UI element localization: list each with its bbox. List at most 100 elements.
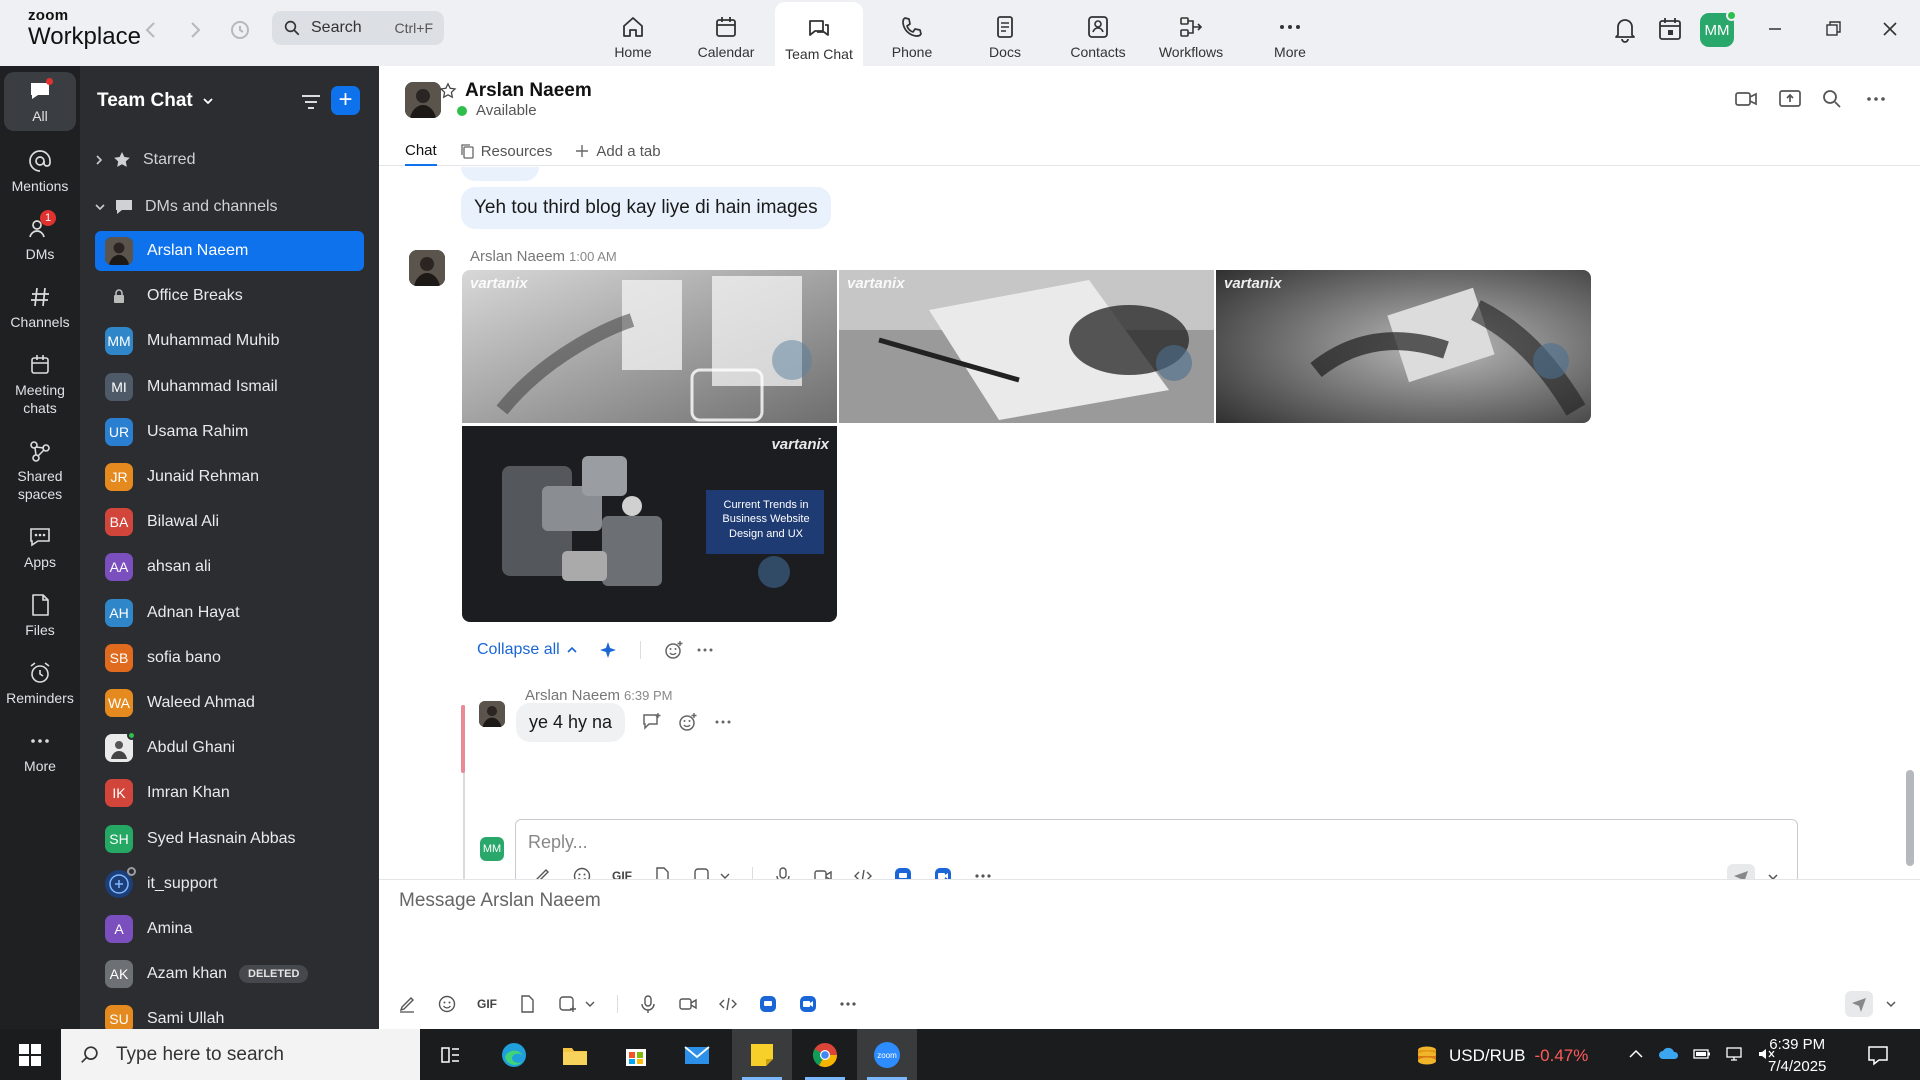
tab-workflows[interactable]: Workflows xyxy=(1147,0,1235,66)
scrollbar[interactable] xyxy=(1906,172,1914,872)
image-attachment[interactable]: vartanix xyxy=(839,270,1214,423)
bell-icon[interactable] xyxy=(1610,14,1640,44)
filter-icon[interactable] xyxy=(297,88,325,116)
contact-item[interactable]: SU Sami Ullah xyxy=(95,999,364,1029)
app-blue-icon[interactable] xyxy=(758,994,778,1014)
contact-item[interactable]: UR Usama Rahim xyxy=(95,412,364,452)
more-options-icon[interactable] xyxy=(1863,86,1889,112)
reply-sender-avatar[interactable] xyxy=(479,701,505,727)
message-bubble[interactable]: Yeh tou third blog kay liye di hain imag… xyxy=(461,187,831,229)
reply-box[interactable]: Reply... GIF xyxy=(515,819,1798,879)
contact-item[interactable]: IK Imran Khan xyxy=(95,773,364,813)
windows-start-icon[interactable] xyxy=(18,1043,42,1067)
more-icon[interactable] xyxy=(973,866,993,879)
tab-docs[interactable]: Docs xyxy=(961,0,1049,66)
notifications-icon[interactable] xyxy=(1866,1043,1890,1067)
rail-all[interactable]: All xyxy=(4,72,76,132)
video-icon[interactable] xyxy=(1733,86,1759,112)
tab-home[interactable]: Home xyxy=(589,0,677,66)
chevron-down-icon[interactable] xyxy=(1767,871,1779,879)
image-attachment[interactable]: vartanix Current Trends in Business Webs… xyxy=(462,426,837,622)
rail-files[interactable]: Files xyxy=(4,592,76,639)
mail-icon[interactable] xyxy=(667,1029,727,1080)
image-attachment[interactable]: vartanix xyxy=(1216,270,1591,423)
contact-item[interactable]: AK Azam khan DELETED xyxy=(95,954,364,994)
history-icon[interactable] xyxy=(228,18,252,42)
format-icon[interactable] xyxy=(397,994,417,1014)
format-icon[interactable] xyxy=(532,866,552,879)
rail-mentions[interactable]: Mentions xyxy=(4,148,76,195)
code-icon[interactable] xyxy=(853,866,873,879)
edge-icon[interactable] xyxy=(484,1029,544,1080)
send-icon[interactable] xyxy=(1727,864,1755,879)
global-search[interactable]: Search Ctrl+F xyxy=(272,11,444,45)
emoji-react-icon[interactable] xyxy=(677,711,699,733)
send-icon[interactable] xyxy=(1845,991,1873,1017)
ai-sparkle-icon[interactable] xyxy=(598,640,618,660)
task-view-icon[interactable] xyxy=(420,1029,480,1080)
more-icon[interactable] xyxy=(695,640,715,660)
code-icon[interactable] xyxy=(718,994,738,1014)
tab-team-chat[interactable]: Team Chat xyxy=(775,2,863,66)
contact-item[interactable]: AH Adnan Hayat xyxy=(95,593,364,633)
contact-item[interactable]: MI Muhammad Ismail xyxy=(95,367,364,407)
microphone-icon[interactable] xyxy=(638,994,658,1014)
message-input[interactable]: Message Arslan Naeem xyxy=(399,890,601,912)
file-icon[interactable] xyxy=(652,866,672,879)
tab-phone[interactable]: Phone xyxy=(868,0,956,66)
contact-item[interactable]: Abdul Ghani xyxy=(95,728,364,768)
tab-resources[interactable]: Resources xyxy=(459,136,552,166)
rail-shared-spaces[interactable]: Shared spaces xyxy=(4,438,76,503)
contact-item[interactable]: AA ahsan ali xyxy=(95,547,364,587)
contact-item[interactable]: WA Waleed Ahmad xyxy=(95,683,364,723)
reply-icon[interactable] xyxy=(641,711,663,733)
rail-dms[interactable]: 1 DMs xyxy=(4,210,76,263)
chevron-down-icon[interactable] xyxy=(1885,998,1897,1010)
screenshot-icon[interactable] xyxy=(692,866,732,879)
rail-reminders[interactable]: Reminders xyxy=(4,660,76,707)
sender-avatar[interactable] xyxy=(409,250,445,286)
sticky-notes-icon[interactable] xyxy=(732,1029,792,1080)
contact-item[interactable]: BA Bilawal Ali xyxy=(95,502,364,542)
rail-meeting-chats[interactable]: Meeting chats xyxy=(4,352,76,417)
emoji-react-icon[interactable] xyxy=(663,639,685,661)
emoji-icon[interactable] xyxy=(572,866,592,879)
more-icon[interactable] xyxy=(838,994,858,1014)
video-message-icon[interactable] xyxy=(678,994,698,1014)
app-zoom-icon[interactable] xyxy=(933,866,953,879)
tab-chat[interactable]: Chat xyxy=(405,136,437,166)
section-dms-channels[interactable]: DMs and channels xyxy=(94,197,278,217)
emoji-icon[interactable] xyxy=(437,994,457,1014)
screenshot-icon[interactable] xyxy=(557,994,597,1014)
taskbar-clock[interactable]: 6:39 PM 7/4/2025 xyxy=(1768,1034,1826,1078)
share-screen-icon[interactable] xyxy=(1777,86,1803,112)
battery-icon[interactable] xyxy=(1692,1044,1712,1064)
zoom-app-icon[interactable]: zoom xyxy=(857,1029,917,1080)
tab-contacts[interactable]: Contacts xyxy=(1054,0,1142,66)
tab-calendar[interactable]: Calendar xyxy=(682,0,770,66)
contact-item[interactable]: A Amina xyxy=(95,909,364,949)
chevron-up-icon[interactable] xyxy=(1626,1044,1646,1064)
close-icon[interactable] xyxy=(1875,14,1905,44)
contact-item[interactable]: Office Breaks xyxy=(95,276,364,316)
currency-widget[interactable]: USD/RUB -0.47% xyxy=(1414,1043,1588,1069)
app-blue-icon[interactable] xyxy=(893,866,913,879)
microphone-icon[interactable] xyxy=(773,866,793,879)
contact-avatar[interactable] xyxy=(405,82,441,118)
taskbar-search[interactable]: Type here to search xyxy=(61,1029,420,1080)
contact-item[interactable]: Arslan Naeem xyxy=(95,231,364,271)
gif-button[interactable]: GIF xyxy=(612,866,632,879)
onedrive-icon[interactable] xyxy=(1658,1044,1680,1064)
contact-item[interactable]: SH Syed Hasnain Abbas xyxy=(95,819,364,859)
calendar-check-icon[interactable] xyxy=(1655,14,1685,44)
contact-item[interactable]: it_support xyxy=(95,864,364,904)
tab-add[interactable]: Add a tab xyxy=(574,136,661,166)
rail-apps[interactable]: Apps xyxy=(4,524,76,571)
rail-channels[interactable]: Channels xyxy=(4,284,76,331)
section-starred[interactable]: Starred xyxy=(94,150,195,170)
video-message-icon[interactable] xyxy=(813,866,833,879)
more-icon[interactable] xyxy=(713,712,733,732)
sidebar-title[interactable]: Team Chat xyxy=(97,90,215,112)
search-icon[interactable] xyxy=(1819,86,1845,112)
minimize-icon[interactable] xyxy=(1760,14,1790,44)
